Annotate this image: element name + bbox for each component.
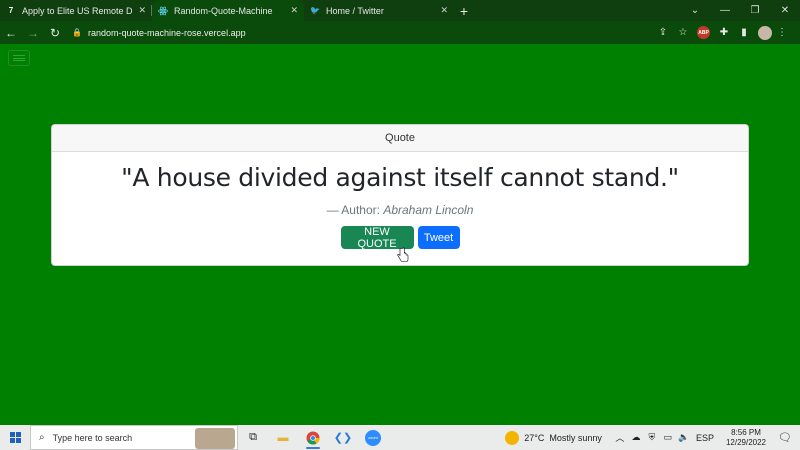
taskbar-clock[interactable]: 8:56 PM 12/29/2022 [726,428,766,448]
react-icon [158,6,168,16]
tab-title: Home / Twitter [326,5,384,16]
tab-title: Apply to Elite US Remote Develo [22,5,133,16]
profile-avatar[interactable] [758,25,772,40]
system-tray: 27°C Mostly sunny ︿ ☁ ⛨ ▭ 🔈 ESP 8:56 PM … [505,425,800,450]
task-view-icon[interactable]: ⧉ [238,425,268,450]
new-quote-button[interactable]: NEW QUOTE [340,226,414,250]
taskbar-search-box[interactable]: ⌕ Type here to search [30,425,238,450]
browser-tab-bar: 7 Apply to Elite US Remote Develo ✕ Rand… [0,0,800,21]
clock-time: 8:56 PM [731,427,761,437]
file-explorer-icon[interactable]: ▬ [268,425,298,450]
twitter-icon: 🐦 [310,6,320,15]
adblock-icon[interactable]: ABP [697,26,710,39]
close-icon[interactable]: ✕ [290,5,298,16]
close-icon[interactable]: ✕ [440,5,448,16]
quote-actions: NEW QUOTE Tweet [52,226,748,250]
side-panel-icon[interactable]: ▮ [734,21,754,44]
restore-icon[interactable]: ❐ [740,0,770,21]
zoom-icon[interactable]: zoom [358,425,388,450]
browser-toolbar: ← → ↻ 🔒 random-quote-machine-rose.vercel… [0,21,800,44]
lock-icon[interactable]: 🔒 [72,28,84,37]
reload-icon[interactable]: ↻ [44,21,66,44]
tweet-button[interactable]: Tweet [417,226,460,249]
show-hidden-icons-icon[interactable]: ︿ [613,431,627,444]
close-window-icon[interactable]: ✕ [770,0,800,21]
new-tab-button[interactable]: + [454,0,474,21]
notification-icon[interactable]: 🗨 [774,431,796,444]
tab-search-icon[interactable]: ⌄ [680,0,710,21]
hamburger-menu-icon[interactable] [8,50,30,66]
turing-icon: 7 [8,6,14,15]
quote-card: Quote "A house divided against itself ca… [51,124,749,266]
forward-icon[interactable]: → [22,21,44,44]
back-icon[interactable]: ← [0,21,22,44]
network-icon[interactable]: ▭ [661,432,675,443]
more-menu-icon[interactable]: ⋮ [772,21,792,44]
windows-start-icon[interactable] [0,425,30,450]
author-name: Abraham Lincoln [383,203,474,217]
search-highlight-image [195,428,235,449]
tab-title: Random-Quote-Machine [174,5,273,16]
hand-cursor-icon [397,247,409,262]
weather-temp: 27°C [524,432,545,443]
weather-sun-icon [505,430,520,445]
window-controls: ⌄ — ❐ ✕ [680,0,800,21]
cloud-icon[interactable]: ☁ [629,432,643,443]
address-bar[interactable]: 🔒 random-quote-machine-rose.vercel.app [72,24,653,41]
volume-icon[interactable]: 🔈 [677,432,691,443]
tab-random-quote-machine[interactable]: Random-Quote-Machine ✕ [152,0,304,21]
bookmark-star-icon[interactable]: ☆ [673,21,693,44]
language-indicator[interactable]: ESP [696,433,714,443]
toolbar-actions: ⇪ ☆ ABP ✚ ▮ ⋮ [653,21,800,44]
minimize-icon[interactable]: — [710,0,740,21]
card-header: Quote [52,125,748,152]
author-prefix: — Author: [326,203,384,217]
weather-widget[interactable]: 27°C Mostly sunny [505,430,602,445]
weather-condition: Mostly sunny [549,432,602,443]
url-text: random-quote-machine-rose.vercel.app [88,27,246,38]
search-placeholder: Type here to search [52,432,133,443]
quote-text: "A house divided against itself cannot s… [121,163,679,192]
search-icon: ⌕ [39,432,45,443]
share-icon[interactable]: ⇪ [653,21,673,44]
tab-turing[interactable]: 7 Apply to Elite US Remote Develo ✕ [0,0,152,21]
quote-author: — Author: Abraham Lincoln [52,203,748,217]
extensions-puzzle-icon[interactable]: ✚ [714,21,734,44]
tab-twitter[interactable]: 🐦 Home / Twitter ✕ [304,0,454,21]
close-icon[interactable]: ✕ [138,5,146,16]
vscode-icon[interactable]: ❮❯ [328,425,358,450]
windows-taskbar: ⌕ Type here to search ⧉ ▬ ❮❯ zoom 27°C M… [0,425,800,450]
chrome-icon[interactable] [298,425,328,450]
security-icon[interactable]: ⛨ [645,432,659,443]
clock-date: 12/29/2022 [725,437,766,447]
